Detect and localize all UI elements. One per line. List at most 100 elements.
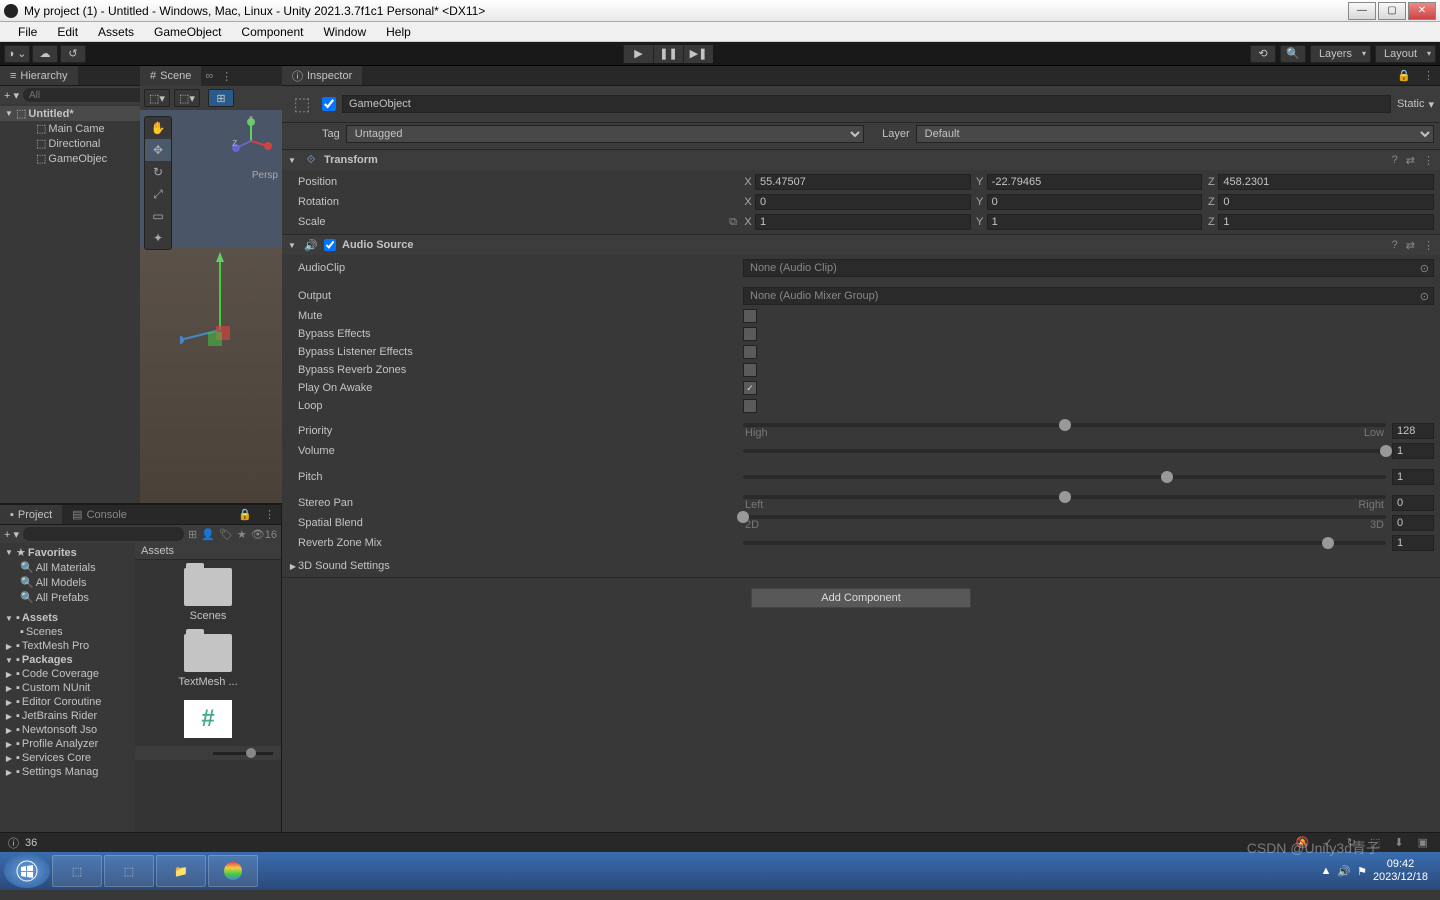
menu-file[interactable]: File (8, 23, 47, 41)
filter-icon[interactable]: 🏷 (219, 528, 233, 541)
menu-gameobject[interactable]: GameObject (144, 23, 231, 41)
task-item[interactable]: ⬚ (104, 855, 154, 887)
menu-assets[interactable]: Assets (88, 23, 144, 41)
add-component-button[interactable]: Add Component (751, 588, 971, 608)
task-item[interactable] (208, 855, 258, 887)
rotation-y-input[interactable] (987, 194, 1203, 210)
minimize-button[interactable]: — (1348, 2, 1376, 20)
layout-dropdown[interactable]: Layout (1375, 45, 1436, 63)
menu-help[interactable]: Help (376, 23, 421, 41)
cloud-button[interactable]: ☁ (32, 45, 58, 63)
package-item[interactable]: ▶▪ Editor Coroutine (0, 695, 135, 709)
position-y-input[interactable] (987, 174, 1203, 190)
expand-arrow-icon[interactable]: ▶ (288, 562, 298, 571)
collapse-arrow-icon[interactable]: ▼ (288, 241, 298, 250)
console-tab[interactable]: ▤ Console (62, 506, 137, 523)
transform-tool[interactable]: ✦ (145, 227, 171, 249)
package-item[interactable]: ▶▪ Custom NUnit (0, 681, 135, 695)
active-checkbox[interactable] (322, 97, 336, 111)
help-icon[interactable]: ? (1392, 239, 1398, 252)
fav-item[interactable]: 🔍 All Models (0, 575, 135, 590)
play-awake-checkbox[interactable]: ✓ (743, 381, 757, 395)
gameobject-icon[interactable]: ⬚ (288, 90, 316, 118)
constrain-icon[interactable]: ⧉ (729, 216, 737, 229)
start-button[interactable] (4, 854, 50, 888)
grid-size-slider[interactable] (135, 746, 281, 760)
project-breadcrumb[interactable]: Assets (135, 543, 281, 560)
component-enabled-checkbox[interactable] (324, 239, 336, 251)
project-search-input[interactable] (23, 527, 184, 541)
pause-button[interactable]: ❚❚ (653, 45, 683, 63)
package-item[interactable]: ▶▪ Settings Manag (0, 765, 135, 779)
favorites-row[interactable]: ▼★ Favorites (0, 545, 135, 560)
play-button[interactable]: ▶ (623, 45, 653, 63)
inspector-tab[interactable]: ⓘ Inspector (282, 66, 362, 85)
close-button[interactable]: ✕ (1408, 2, 1436, 20)
create-dropdown[interactable]: + ▾ (4, 89, 19, 102)
rotate-tool[interactable]: ↻ (145, 161, 171, 183)
2d-toggle-button[interactable]: ⬚▾ (174, 89, 200, 107)
folder-item[interactable]: TextMesh ... (173, 634, 243, 688)
stereo-slider[interactable] (743, 495, 1386, 499)
step-button[interactable]: ▶❚ (683, 45, 713, 63)
search-button[interactable]: 🔍 (1280, 45, 1306, 63)
project-tab[interactable]: ▪ Project (0, 505, 62, 524)
system-tray[interactable]: ▲ 🔊 ⚑ 09:422023/12/18 (1312, 858, 1436, 884)
shading-mode-button[interactable]: ⬚▾ (144, 89, 170, 107)
pitch-input[interactable] (1392, 469, 1434, 485)
folder-item[interactable]: Scenes (173, 568, 243, 622)
filter-icon[interactable]: ⊞ (188, 528, 197, 541)
task-item[interactable]: 📁 (156, 855, 206, 887)
filter-icon[interactable]: 👤 (201, 528, 215, 541)
position-z-input[interactable] (1218, 174, 1434, 190)
gizmos-button[interactable]: ⊞ (208, 89, 234, 107)
task-item[interactable]: ⬚ (52, 855, 102, 887)
priority-slider[interactable] (743, 423, 1386, 427)
package-item[interactable]: ▶▪ Newtonsoft Jso (0, 723, 135, 737)
scale-x-input[interactable] (755, 214, 971, 230)
layers-dropdown[interactable]: Layers (1310, 45, 1371, 63)
status-icon[interactable]: ⬇ (1390, 836, 1407, 849)
inspector-menu-icon[interactable]: ⋮ (1417, 69, 1440, 82)
status-icon[interactable]: ▣ (1414, 836, 1432, 849)
reverb-input[interactable] (1392, 535, 1434, 551)
scale-z-input[interactable] (1218, 214, 1434, 230)
bypass-listener-checkbox[interactable] (743, 345, 757, 359)
object-name-input[interactable] (342, 95, 1391, 113)
tag-dropdown[interactable]: Untagged (346, 125, 864, 143)
bypass-reverb-checkbox[interactable] (743, 363, 757, 377)
fav-item[interactable]: 🔍 All Materials (0, 560, 135, 575)
reverb-slider[interactable] (743, 541, 1386, 545)
rotation-x-input[interactable] (755, 194, 971, 210)
rect-tool[interactable]: ▭ (145, 205, 171, 227)
collapse-arrow-icon[interactable]: ▼ (288, 156, 298, 165)
project-menu-icon[interactable]: ⋮ (258, 508, 281, 521)
scale-tool[interactable]: ⤢ (145, 183, 171, 205)
move-gizmo-icon[interactable] (180, 240, 280, 360)
preset-icon[interactable]: ⇄ (1406, 239, 1415, 252)
hierarchy-tab[interactable]: ≡ Hierarchy (0, 66, 78, 85)
scale-y-input[interactable] (987, 214, 1203, 230)
project-lock-icon[interactable]: 🔒 (232, 508, 258, 521)
menu-edit[interactable]: Edit (47, 23, 88, 41)
package-item[interactable]: ▶▪ Code Coverage (0, 667, 135, 681)
sound3d-label[interactable]: 3D Sound Settings (298, 560, 390, 572)
bypass-effects-checkbox[interactable] (743, 327, 757, 341)
tray-icon[interactable]: 🔊 (1337, 865, 1351, 878)
undo-history-button[interactable]: ⟲ (1250, 45, 1276, 63)
packages-row[interactable]: ▼▪ Packages (0, 653, 135, 667)
project-create-dropdown[interactable]: + ▾ (4, 528, 19, 541)
game-tab-icon[interactable]: ∞ (201, 70, 217, 82)
clock[interactable]: 09:422023/12/18 (1373, 858, 1428, 884)
orientation-gizmo[interactable]: yz (226, 116, 276, 166)
fav-item[interactable]: 🔍 All Prefabs (0, 590, 135, 605)
loop-checkbox[interactable] (743, 399, 757, 413)
audioclip-field[interactable]: None (Audio Clip) (743, 259, 1434, 277)
info-icon[interactable]: ⓘ (8, 835, 19, 851)
tray-icon[interactable]: ▲ (1320, 865, 1331, 877)
rotation-z-input[interactable] (1218, 194, 1434, 210)
asset-item[interactable]: ▶▪ TextMesh Pro (0, 639, 135, 653)
package-item[interactable]: ▶▪ Profile Analyzer (0, 737, 135, 751)
inspector-lock-icon[interactable]: 🔒 (1391, 69, 1417, 82)
tray-icon[interactable]: ⚑ (1357, 865, 1367, 878)
